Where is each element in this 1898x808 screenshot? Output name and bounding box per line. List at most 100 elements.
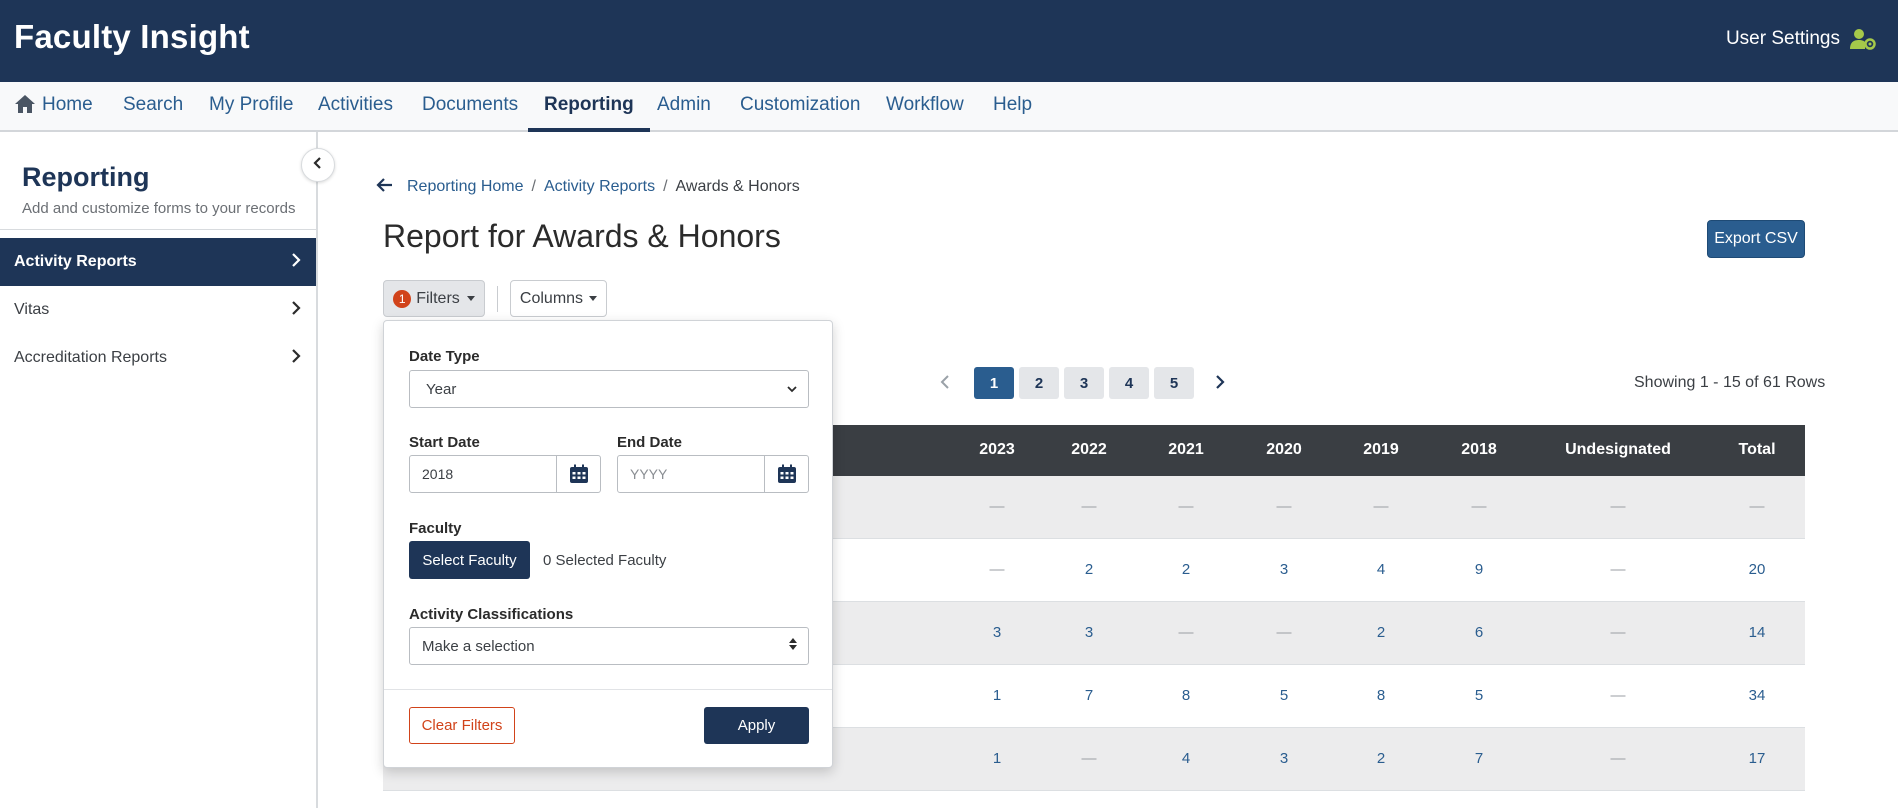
start-date-value: 2018: [422, 466, 454, 482]
column-header-2020[interactable]: 2020: [1266, 441, 1302, 459]
table-cell[interactable]: 1: [993, 750, 1001, 767]
table-cell[interactable]: 14: [1749, 624, 1766, 641]
pagination-page-1[interactable]: 1: [974, 367, 1014, 399]
sidebar-item-label: Accreditation Reports: [14, 349, 167, 366]
date-type-select[interactable]: Year: [409, 370, 809, 408]
table-cell[interactable]: 4: [1182, 750, 1190, 767]
export-csv-button[interactable]: Export CSV: [1707, 220, 1805, 258]
table-cell[interactable]: 3: [1085, 624, 1093, 641]
table-cell[interactable]: 6: [1475, 624, 1483, 641]
nav-my-profile[interactable]: My Profile: [209, 94, 293, 132]
panel-divider: [384, 689, 832, 690]
app-brand[interactable]: Faculty Insight: [14, 18, 250, 56]
home-icon: [14, 94, 36, 120]
date-type-label: Date Type: [409, 348, 480, 365]
columns-button[interactable]: Columns: [510, 280, 607, 317]
user-settings-label: User Settings: [1725, 28, 1840, 49]
nav-search[interactable]: Search: [123, 94, 183, 132]
page-title: Report for Awards & Honors: [383, 218, 781, 254]
column-header-2023[interactable]: 2023: [979, 441, 1015, 459]
breadcrumb-separator: /: [531, 178, 536, 195]
activity-classifications-select[interactable]: Make a selection: [409, 627, 809, 665]
chevron-down-icon: [786, 381, 798, 398]
table-cell[interactable]: 4: [1377, 561, 1385, 578]
user-settings-menu[interactable]: User Settings: [1726, 28, 1876, 50]
table-cell[interactable]: 1: [993, 687, 1001, 704]
sidebar-subtitle: Add and customize forms to your records: [22, 200, 296, 217]
nav-home[interactable]: Home: [14, 94, 93, 132]
sidebar: Reporting Add and customize forms to you…: [0, 132, 318, 808]
select-faculty-button[interactable]: Select Faculty: [409, 541, 530, 579]
pagination-page-5[interactable]: 5: [1154, 367, 1194, 399]
row-count-info: Showing 1 - 15 of 61 Rows: [1634, 374, 1826, 391]
pagination-next-icon[interactable]: [1214, 374, 1226, 395]
column-header-2018[interactable]: 2018: [1461, 441, 1497, 459]
nav-reporting[interactable]: Reporting: [528, 94, 650, 132]
table-cell: —: [1610, 498, 1626, 515]
caret-down-icon: [589, 296, 598, 301]
table-cell[interactable]: 8: [1377, 687, 1385, 704]
nav-activities[interactable]: Activities: [318, 94, 393, 132]
apply-button[interactable]: Apply: [704, 707, 809, 744]
column-header-total[interactable]: Total: [1738, 441, 1775, 459]
sidebar-item-accreditation-reports[interactable]: Accreditation Reports: [0, 334, 316, 382]
filters-count-badge: 1: [393, 289, 412, 308]
sidebar-item-activity-reports[interactable]: Activity Reports: [0, 238, 316, 286]
end-date-field[interactable]: YYYY: [617, 455, 809, 493]
table-cell[interactable]: 7: [1475, 750, 1483, 767]
calendar-icon[interactable]: [556, 456, 600, 492]
start-date-field[interactable]: 2018: [409, 455, 601, 493]
chevron-right-icon: [290, 252, 302, 273]
breadcrumb-activity-reports[interactable]: Activity Reports: [544, 178, 655, 195]
table-cell[interactable]: 3: [1280, 750, 1288, 767]
back-arrow-icon[interactable]: [376, 177, 394, 198]
nav-workflow[interactable]: Workflow: [886, 94, 964, 132]
table-cell[interactable]: 8: [1182, 687, 1190, 704]
breadcrumb-reporting-home[interactable]: Reporting Home: [407, 178, 524, 195]
table-cell[interactable]: 2: [1182, 561, 1190, 578]
table-cell: —: [1471, 498, 1487, 515]
table-cell[interactable]: 3: [1280, 561, 1288, 578]
table-cell[interactable]: 7: [1085, 687, 1093, 704]
pagination-page-3[interactable]: 3: [1064, 367, 1104, 399]
table-cell: —: [1081, 750, 1097, 767]
calendar-icon[interactable]: [764, 456, 808, 492]
table-cell[interactable]: 2: [1377, 750, 1385, 767]
pagination-prev-icon[interactable]: [939, 374, 951, 395]
table-cell[interactable]: 34: [1749, 687, 1766, 704]
table-cell: —: [1610, 561, 1626, 578]
filters-button[interactable]: 1 Filters: [383, 280, 485, 317]
column-header-2021[interactable]: 2021: [1168, 441, 1204, 459]
sidebar-title: Reporting: [22, 162, 150, 192]
column-header-2022[interactable]: 2022: [1071, 441, 1107, 459]
table-cell: —: [1610, 750, 1626, 767]
pagination-page-4[interactable]: 4: [1109, 367, 1149, 399]
table-cell[interactable]: 5: [1475, 687, 1483, 704]
top-header: Faculty Insight User Settings: [0, 0, 1898, 82]
nav-customization[interactable]: Customization: [740, 94, 860, 132]
table-cell[interactable]: 20: [1749, 561, 1766, 578]
table-cell: —: [1610, 624, 1626, 641]
table-cell: —: [1178, 624, 1194, 641]
table-cell: —: [1276, 624, 1292, 641]
clear-filters-button[interactable]: Clear Filters: [409, 707, 515, 744]
table-cell[interactable]: 9: [1475, 561, 1483, 578]
table-cell[interactable]: 2: [1085, 561, 1093, 578]
table-cell[interactable]: 17: [1749, 750, 1766, 767]
activity-classifications-label: Activity Classifications: [409, 606, 574, 623]
column-header-undesignated[interactable]: Undesignated: [1565, 441, 1671, 459]
main-nav: Home Search My Profile Activities Docume…: [0, 82, 1898, 132]
pagination-page-2[interactable]: 2: [1019, 367, 1059, 399]
nav-help[interactable]: Help: [993, 94, 1032, 132]
table-cell[interactable]: 3: [993, 624, 1001, 641]
sidebar-item-vitas[interactable]: Vitas: [0, 286, 316, 334]
table-cell[interactable]: 2: [1377, 624, 1385, 641]
sidebar-collapse-button[interactable]: [301, 148, 335, 182]
nav-documents[interactable]: Documents: [422, 94, 518, 132]
table-cell[interactable]: 5: [1280, 687, 1288, 704]
column-header-2019[interactable]: 2019: [1363, 441, 1399, 459]
selected-faculty-count: 0 Selected Faculty: [543, 552, 667, 569]
faculty-label: Faculty: [409, 520, 462, 537]
date-type-value: Year: [426, 380, 457, 398]
nav-admin[interactable]: Admin: [657, 94, 711, 132]
